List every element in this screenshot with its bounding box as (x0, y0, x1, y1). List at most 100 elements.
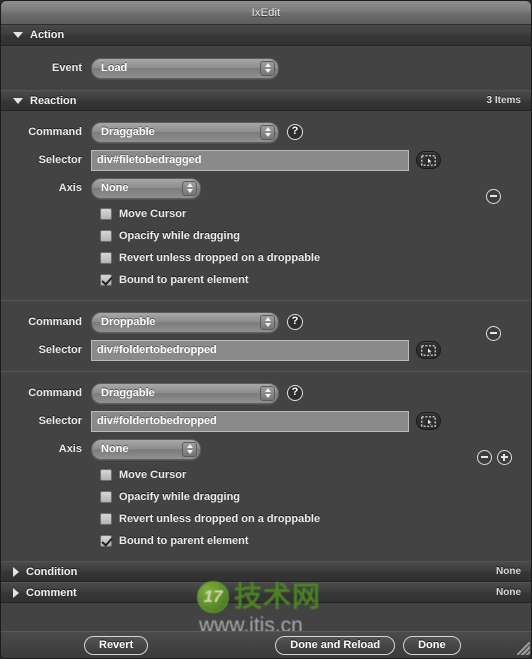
section-title-reaction: Reaction (30, 94, 77, 107)
picker-glyph-icon (421, 415, 436, 427)
selector-input[interactable]: div#foldertobedropped (91, 410, 409, 432)
window-title: IxEdit (251, 6, 281, 19)
checkbox-row[interactable]: Move Cursor (1, 464, 531, 486)
revert-button[interactable]: Revert (84, 635, 149, 655)
command-label: Command (28, 387, 82, 399)
disclosure-triangle-action-icon[interactable] (13, 32, 23, 38)
axis-row: Axis None (1, 177, 531, 199)
command-label: Command (28, 316, 82, 328)
axis-label: Axis (58, 182, 82, 194)
checkbox-bound-to-parent-element[interactable] (100, 274, 112, 286)
checkbox-revert-unless-dropped[interactable] (100, 252, 112, 264)
checkbox-row[interactable]: Revert unless dropped on a droppable (1, 247, 531, 269)
checkbox-opacify-while-dragging[interactable] (100, 491, 112, 503)
command-select-stepper-icon[interactable] (260, 314, 275, 330)
disclosure-triangle-comment-icon[interactable] (13, 587, 19, 598)
checkbox-label: Bound to parent element (119, 535, 249, 547)
selector-input[interactable]: div#filetobedragged (91, 149, 409, 171)
axis-select-stepper-icon[interactable] (182, 180, 197, 196)
event-select-stepper-icon[interactable] (260, 60, 275, 76)
section-header-action[interactable]: Action (1, 25, 531, 46)
axis-select-stepper-icon[interactable] (182, 441, 197, 457)
checkbox-move-cursor[interactable] (100, 208, 112, 220)
command-row: Command Draggable ? (1, 382, 531, 404)
selector-label: Selector (38, 344, 82, 356)
checkbox-row[interactable]: Bound to parent element (1, 269, 531, 291)
section-header-reaction[interactable]: Reaction 3 Items (1, 90, 531, 111)
checkbox-row[interactable]: Move Cursor (1, 203, 531, 225)
window-body: Action Event Load Reaction 3 Items Comma… (1, 25, 531, 632)
axis-select[interactable]: None (91, 438, 201, 460)
window-footer: Revert Done and Reload Done (1, 631, 531, 658)
checkbox-bound-to-parent-element[interactable] (100, 535, 112, 547)
ixedit-window: IxEdit Action Event Load Reaction 3 Item… (0, 0, 532, 659)
selector-row: Selector div#foldertobedropped (1, 339, 531, 361)
window-titlebar[interactable]: IxEdit (1, 1, 531, 25)
checkbox-label: Opacify while dragging (119, 230, 241, 242)
command-select[interactable]: Droppable (91, 311, 279, 333)
command-select-value: Draggable (101, 387, 155, 399)
axis-select[interactable]: None (91, 177, 201, 199)
picker-glyph-icon (421, 344, 436, 356)
help-icon[interactable]: ? (287, 124, 303, 140)
command-select-stepper-icon[interactable] (260, 124, 275, 140)
selector-row: Selector div#foldertobedropped (1, 410, 531, 432)
command-select[interactable]: Draggable (91, 121, 279, 143)
axis-row: Axis None (1, 438, 531, 460)
checkbox-label: Move Cursor (119, 469, 187, 481)
section-title-action: Action (30, 29, 65, 41)
checkbox-revert-unless-dropped[interactable] (100, 513, 112, 525)
done-and-reload-button[interactable]: Done and Reload (275, 635, 396, 655)
resize-grip-icon[interactable] (517, 642, 530, 655)
condition-value: None (496, 566, 521, 577)
element-picker-icon[interactable] (416, 412, 441, 430)
checkbox-label: Bound to parent element (119, 274, 249, 286)
axis-label: Axis (58, 443, 82, 455)
selector-row: Selector div#filetobedragged (1, 149, 531, 171)
section-title-comment: Comment (26, 586, 77, 599)
checkbox-label: Move Cursor (119, 208, 187, 220)
axis-select-value: None (101, 443, 129, 455)
checkbox-row[interactable]: Opacify while dragging (1, 486, 531, 508)
reaction-item: Command Draggable ? Selector div#foldert… (1, 372, 531, 561)
comment-value: None (496, 587, 521, 598)
command-select-stepper-icon[interactable] (260, 385, 275, 401)
section-title-condition: Condition (26, 565, 78, 578)
checkbox-row[interactable]: Bound to parent element (1, 530, 531, 552)
checkbox-opacify-while-dragging[interactable] (100, 230, 112, 242)
checkbox-label: Revert unless dropped on a droppable (119, 513, 321, 525)
command-row: Command Droppable ? (1, 311, 531, 333)
event-label: Event (52, 62, 82, 74)
event-row: Event Load (1, 57, 531, 79)
action-panel: Event Load (1, 46, 531, 90)
checkbox-row[interactable]: Opacify while dragging (1, 225, 531, 247)
reaction-item: Command Draggable ? Selector div#filetob… (1, 111, 531, 300)
checkbox-label: Revert unless dropped on a droppable (119, 252, 321, 264)
selector-label: Selector (38, 154, 82, 166)
command-select[interactable]: Draggable (91, 382, 279, 404)
reaction-item-count: 3 Items (486, 95, 521, 106)
command-select-value: Draggable (101, 126, 155, 138)
checkbox-row[interactable]: Revert unless dropped on a droppable (1, 508, 531, 530)
selector-input[interactable]: div#foldertobedropped (91, 339, 409, 361)
reaction-item: Command Droppable ? Selector div#foldert… (1, 301, 531, 371)
checkbox-move-cursor[interactable] (100, 469, 112, 481)
axis-select-value: None (101, 182, 129, 194)
event-select[interactable]: Load (91, 57, 279, 79)
help-icon[interactable]: ? (287, 385, 303, 401)
selector-label: Selector (38, 415, 82, 427)
element-picker-icon[interactable] (416, 151, 441, 169)
disclosure-triangle-reaction-icon[interactable] (13, 97, 23, 104)
help-icon[interactable]: ? (287, 314, 303, 330)
disclosure-triangle-condition-icon[interactable] (13, 566, 19, 577)
section-header-condition[interactable]: Condition None (1, 561, 531, 582)
event-select-value: Load (101, 62, 128, 74)
done-button[interactable]: Done (403, 635, 461, 655)
command-label: Command (28, 126, 82, 138)
command-select-value: Droppable (101, 316, 156, 328)
checkbox-label: Opacify while dragging (119, 491, 241, 503)
element-picker-icon[interactable] (416, 341, 441, 359)
picker-glyph-icon (421, 154, 436, 166)
command-row: Command Draggable ? (1, 121, 531, 143)
section-header-comment[interactable]: Comment None (1, 582, 531, 603)
